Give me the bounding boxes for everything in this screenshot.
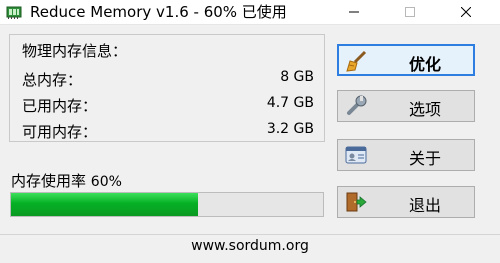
- id-card-icon: [345, 146, 367, 164]
- used-memory-value: 4.7 GB: [266, 95, 314, 111]
- optimize-button-label: 优化: [408, 55, 441, 74]
- memory-info-heading: 物理内存信息：: [22, 42, 128, 60]
- memory-info-panel: 物理内存信息： 总内存： 8 GB 已用内存： 4.7 GB 可用内存： 3.2…: [9, 34, 325, 142]
- broom-icon: [346, 50, 367, 72]
- close-button[interactable]: [443, 0, 489, 24]
- memory-usage-progress-bar: [10, 192, 324, 217]
- total-memory-value: 8 GB: [280, 69, 314, 85]
- optimize-button[interactable]: 优化: [337, 44, 475, 76]
- options-button-label: 选项: [408, 100, 441, 119]
- minimize-icon: [349, 11, 359, 13]
- total-memory-label: 总内存：: [22, 71, 83, 89]
- free-memory-label: 可用内存：: [22, 123, 98, 141]
- free-memory-value: 3.2 GB: [266, 121, 314, 137]
- minimize-button[interactable]: [331, 0, 377, 24]
- about-button[interactable]: 关于: [337, 139, 475, 171]
- footer-link[interactable]: www.sordum.org: [0, 238, 500, 254]
- memory-usage-text: 内存使用率: [11, 172, 87, 190]
- maximize-icon: [405, 7, 415, 17]
- exit-button-label: 退出: [408, 196, 441, 215]
- memory-usage-label: 内存使用率 60%: [11, 170, 122, 191]
- memory-usage-percent: 60%: [90, 174, 122, 190]
- window-title: Reduce Memory v1.6 - 60% 已使用: [30, 3, 287, 21]
- footer-divider: [0, 234, 500, 235]
- about-button-label: 关于: [408, 149, 441, 168]
- title-bar: Reduce Memory v1.6 - 60% 已使用: [0, 0, 500, 25]
- exit-button[interactable]: 退出: [337, 186, 475, 218]
- close-icon: [461, 7, 471, 17]
- wrench-icon: [347, 95, 367, 115]
- app-icon: [6, 6, 22, 19]
- used-memory-label: 已用内存：: [22, 97, 98, 115]
- memory-usage-progress-fill: [11, 193, 199, 216]
- exit-door-icon: [346, 192, 367, 212]
- options-button[interactable]: 选项: [337, 90, 475, 122]
- maximize-button[interactable]: [387, 0, 433, 24]
